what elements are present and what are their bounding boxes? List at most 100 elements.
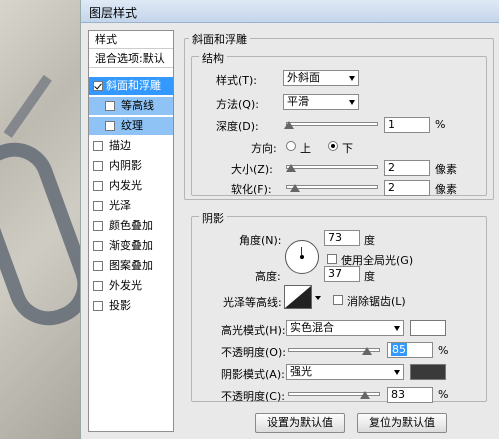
highlight-mode-value: 实色混合 [290,321,334,334]
bevel-style-value: 外斜面 [287,71,320,84]
shadow-mode-select[interactable]: 强光 [286,364,404,380]
style-item-label: 内阴影 [109,159,142,172]
style-item-inner-glow[interactable]: 内发光 [89,177,173,195]
altitude-input[interactable]: 37 [324,266,360,282]
highlight-mode-select[interactable]: 实色混合 [286,320,404,336]
angle-dial[interactable] [285,240,319,274]
inner-glow-checkbox[interactable] [93,181,103,191]
style-item-label: 投影 [109,299,131,312]
style-item-label: 图案叠加 [109,259,153,272]
size-unit: 像素 [435,163,457,176]
size-slider-thumb[interactable] [286,164,296,172]
style-item-label: 渐变叠加 [109,239,153,252]
drop-shadow-checkbox[interactable] [93,301,103,311]
style-item-label: 斜面和浮雕 [106,79,161,92]
size-input[interactable]: 2 [384,160,430,176]
gloss-contour-picker[interactable] [284,285,312,309]
pattern-overlay-checkbox[interactable] [93,261,103,271]
style-item-label: 内发光 [109,179,142,192]
global-light-checkbox[interactable] [327,254,337,264]
shadow-opacity-unit: % [438,388,449,401]
depth-unit: % [435,118,446,131]
style-item-inner-shadow[interactable]: 内阴影 [89,157,173,175]
highlight-opacity-label: 不透明度(O): [221,346,286,359]
style-item-label: 光泽 [109,199,131,212]
style-item-label: 描边 [109,139,131,152]
contour-checkbox[interactable] [105,101,115,111]
style-item-outer-glow[interactable]: 外发光 [89,277,173,295]
layer-style-dialog: 图层样式 样式 混合选项:默认 斜面和浮雕 等高线 纹理 描边 内阴影 内发光 [80,0,499,439]
color-overlay-checkbox[interactable] [93,221,103,231]
highlight-color-swatch[interactable] [410,320,446,336]
style-item-pattern-overlay[interactable]: 图案叠加 [89,257,173,275]
style-item-gradient-overlay[interactable]: 渐变叠加 [89,237,173,255]
direction-label: 方向: [251,142,277,155]
window-title: 图层样式 [89,6,138,20]
size-label: 大小(Z): [231,163,273,176]
highlight-opacity-input[interactable]: 85 [387,342,433,358]
technique-select[interactable]: 平滑 [283,94,359,110]
chevron-down-icon [349,100,355,105]
shadow-opacity-thumb[interactable] [360,391,370,399]
soften-slider[interactable] [286,184,378,192]
size-slider[interactable] [286,164,378,172]
styles-header[interactable]: 样式 [89,31,173,49]
make-default-button[interactable]: 设置为默认值 [255,413,345,433]
depth-slider-thumb[interactable] [284,121,294,129]
depth-slider[interactable] [284,121,378,129]
angle-pointer-icon [301,247,302,255]
style-item-label: 外发光 [109,279,142,292]
style-item-label: 纹理 [121,119,143,132]
highlight-opacity-thumb[interactable] [362,347,372,355]
bevel-checkbox[interactable] [93,81,103,91]
outer-glow-checkbox[interactable] [93,281,103,291]
soften-input[interactable]: 2 [384,180,430,196]
highlight-opacity-value: 85 [391,343,407,356]
style-item-drop-shadow[interactable]: 投影 [89,297,173,315]
technique-label: 方法(Q): [216,98,259,111]
gloss-contour-label: 光泽等高线: [223,296,282,309]
shadow-opacity-input[interactable]: 83 [387,387,433,403]
soften-label: 软化(F): [231,183,272,196]
bevel-style-select[interactable]: 外斜面 [283,70,359,86]
altitude-unit: 度 [364,270,375,283]
antialias-label: 消除锯齿(L) [347,295,406,308]
style-item-texture[interactable]: 纹理 [89,117,173,135]
direction-up-radio[interactable] [286,141,296,151]
angle-input[interactable]: 73 [324,230,360,246]
shadow-opacity-slider[interactable] [288,391,380,399]
shading-title: 阴影 [199,210,227,226]
satin-checkbox[interactable] [93,201,103,211]
style-item-satin[interactable]: 光泽 [89,197,173,215]
style-item-contour[interactable]: 等高线 [89,97,173,115]
texture-checkbox[interactable] [105,121,115,131]
angle-unit: 度 [364,234,375,247]
structure-title: 结构 [199,50,227,66]
soften-unit: 像素 [435,183,457,196]
shadow-mode-label: 阴影模式(A): [221,368,285,381]
direction-down-label: 下 [342,142,353,155]
reset-default-button[interactable]: 复位为默认值 [357,413,447,433]
highlight-opacity-unit: % [438,344,449,357]
gradient-overlay-checkbox[interactable] [93,241,103,251]
soften-slider-thumb[interactable] [290,184,300,192]
blend-options-item[interactable]: 混合选项:默认 [89,50,173,68]
contour-curve-icon [285,286,311,308]
style-item-stroke[interactable]: 描边 [89,137,173,155]
style-item-label: 等高线 [121,99,154,112]
style-item-color-overlay[interactable]: 颜色叠加 [89,217,173,235]
stroke-checkbox[interactable] [93,141,103,151]
engraved-glyph [0,131,80,337]
antialias-checkbox[interactable] [333,295,343,305]
style-item-bevel-emboss[interactable]: 斜面和浮雕 [89,77,173,95]
depth-input[interactable]: 1 [384,117,430,133]
shadow-mode-value: 强光 [290,365,312,378]
shadow-color-swatch[interactable] [410,364,446,380]
chevron-down-icon[interactable] [315,296,321,300]
style-item-label: 颜色叠加 [109,219,153,232]
chevron-down-icon [349,76,355,81]
chevron-down-icon [394,326,400,331]
inner-shadow-checkbox[interactable] [93,161,103,171]
highlight-opacity-slider[interactable] [288,347,380,355]
direction-down-radio[interactable] [328,141,338,151]
